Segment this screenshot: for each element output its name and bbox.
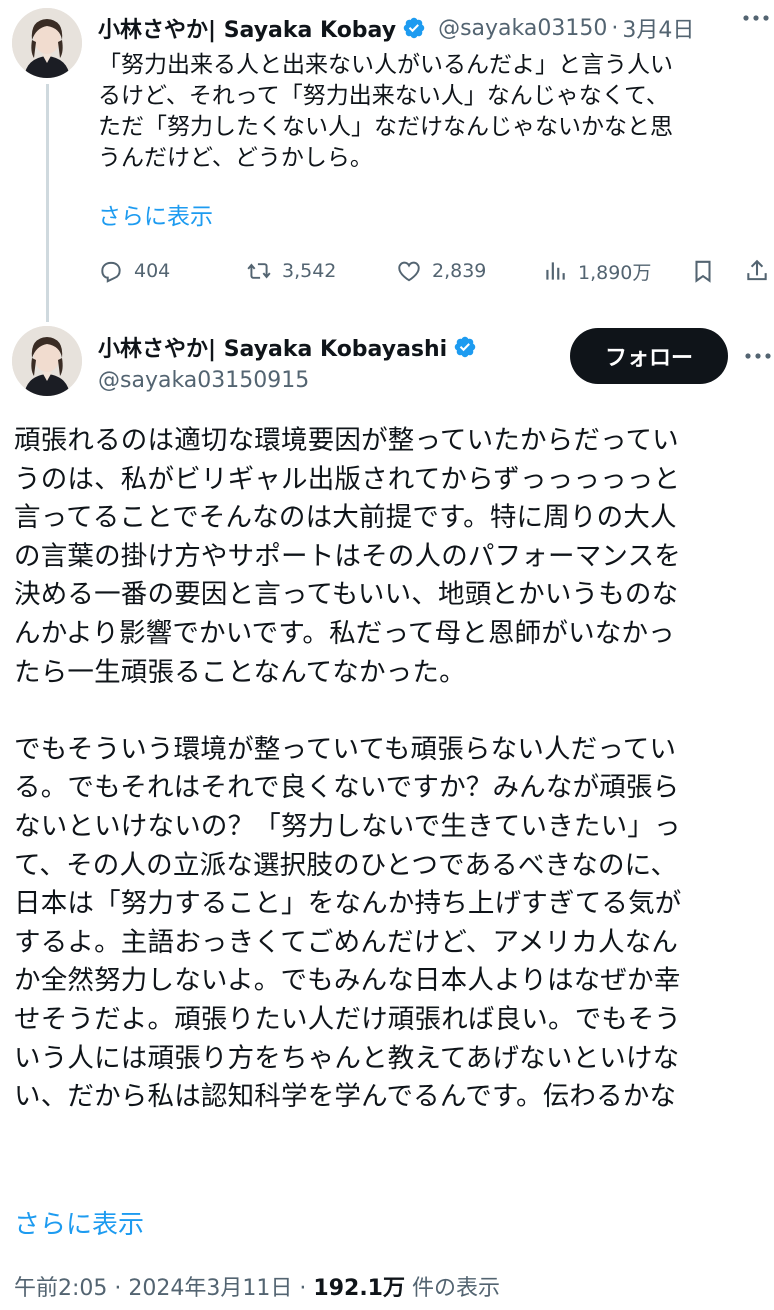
bookmark-icon	[695, 260, 711, 283]
tweet-text-line: せそうだよ。頑張りたい人だけ頑張れば良い。でもそう	[14, 1003, 681, 1035]
tweet-text-line: ないといけないの？「努力しないで生きていきたい」っ	[14, 810, 681, 842]
avatar[interactable]	[12, 8, 82, 78]
like-count: 2,839	[432, 260, 487, 282]
tweet-text-line: か全然努力しないよ。でもみんな日本人よりはなぜか幸	[14, 965, 681, 997]
display-name[interactable]: 小林さやか| Sayaka Kobayashi	[98, 331, 447, 363]
tweet-text-line: い、だから私は認知科学を学んでるんです。伝わるかな	[14, 1081, 677, 1113]
tweet-actions: 404 3,542 2,839 1,890万	[98, 252, 774, 290]
tweet-text-line: んかより影響でかいです。私だって母と恩師がいなかっ	[14, 617, 675, 649]
view-count: 1,890万	[578, 261, 652, 284]
views-button[interactable]: 1,890万	[542, 252, 651, 290]
verified-badge-icon	[403, 17, 425, 39]
tweet-text: 頑張れるのは適切な環境要因が整っていたからだってい うのは、私がビリギャル出版さ…	[14, 422, 774, 1117]
tweet-text: 「努力出来る人と出来ない人がいるんだよ」と言う人い るけど、それって「努力出来な…	[98, 50, 768, 174]
like-icon	[398, 261, 420, 282]
tweet-text-line: 言ってることでそんなのは大前提です。特に周りの大人	[14, 502, 677, 534]
paragraph-break	[14, 692, 774, 731]
tweet-text-line: たら一生頑張ることなんてなかった。	[14, 656, 466, 688]
tweet-text-line: うんだけど、どうかしら。	[98, 145, 373, 171]
tweet-meta: 午前2:05 · 2024年3月11日 · 192.1万 件の表示	[14, 1270, 500, 1302]
handle[interactable]: @sayaka03150915	[98, 368, 309, 393]
tweet-text-line: うのは、私がビリギャル出版されてからずっっっっっと	[14, 463, 681, 495]
share-icon	[747, 259, 767, 281]
avatar-image	[12, 8, 82, 78]
reply-count: 404	[134, 260, 171, 282]
view-count: 192.1万	[313, 1276, 405, 1301]
tweet-text-line: 決める一番の要因と言ってもいい、地頭とかいうものな	[14, 579, 679, 611]
verified-badge-icon	[454, 336, 476, 358]
display-name[interactable]: 小林さやか| Sayaka Kobay	[98, 12, 396, 44]
tweet-text-line: いう人には頑張り方をちゃんと教えてあげないといけな	[14, 1042, 680, 1074]
separator-dot: ·	[114, 1276, 122, 1301]
more-options-icon[interactable]	[740, 6, 772, 30]
avatar[interactable]	[12, 326, 82, 396]
tweet-text-line: ただ「努力したくない人」なだけなんじゃないかなと思	[98, 114, 673, 140]
show-more-link[interactable]: さらに表示	[98, 197, 213, 231]
reply-icon	[101, 261, 121, 283]
reply-button[interactable]: 404	[98, 252, 170, 290]
tweet-text-line: 「努力出来る人と出来ない人がいるんだよ」と言う人い	[98, 52, 673, 78]
views-icon	[546, 262, 565, 280]
bookmark-button[interactable]	[690, 252, 716, 290]
tweet-text-line: るけど、それって「努力出来ない人」なんじゃなくて、	[98, 83, 669, 109]
thread-connector-line	[46, 84, 49, 322]
retweet-count: 3,542	[282, 260, 337, 282]
handle[interactable]: @sayaka03150	[438, 16, 607, 41]
tweet-text-line: の言葉の掛け方やサポートはその人のパフォーマンスを	[14, 540, 681, 572]
tweet-text-line: る。でもそれはそれで良くないですか？みんなが頑張ら	[14, 772, 680, 804]
tweet-date[interactable]: 3月4日	[622, 12, 694, 44]
share-button[interactable]	[744, 252, 770, 290]
separator-dot: ·	[611, 15, 619, 41]
separator-dot: ·	[299, 1276, 307, 1301]
tweet-date[interactable]: 2024年3月11日	[128, 1276, 292, 1301]
views-label: 件の表示	[411, 1276, 500, 1301]
tweet-header: 小林さやか| Sayaka Kobayashi	[98, 331, 477, 363]
tweet-text-line: て、その人の立派な選択肢のひとつであるべきなのに、	[14, 849, 678, 881]
avatar-image	[12, 326, 82, 396]
more-options-icon[interactable]	[742, 344, 774, 368]
retweet-icon	[247, 263, 271, 279]
tweet-time[interactable]: 午前2:05	[14, 1276, 107, 1301]
like-button[interactable]: 2,839	[396, 252, 486, 290]
show-more-link[interactable]: さらに表示	[14, 1204, 144, 1241]
tweet-text-line: 頑張れるのは適切な環境要因が整っていたからだってい	[14, 425, 679, 456]
tweet-text-line: 日本は「努力すること」をなんか持ち上げすぎてる気が	[14, 888, 682, 920]
tweet-header: 小林さやか| Sayaka Kobay @sayaka03150 · 3月4日	[98, 12, 774, 44]
follow-button[interactable]: フォロー	[570, 328, 728, 384]
tweet-text-line: するよ。主語おっきくてごめんだけど、アメリカ人なん	[14, 926, 679, 958]
tweet-text-line: でもそういう環境が整っていても頑張らない人だってい	[14, 733, 677, 765]
retweet-button[interactable]: 3,542	[246, 252, 336, 290]
